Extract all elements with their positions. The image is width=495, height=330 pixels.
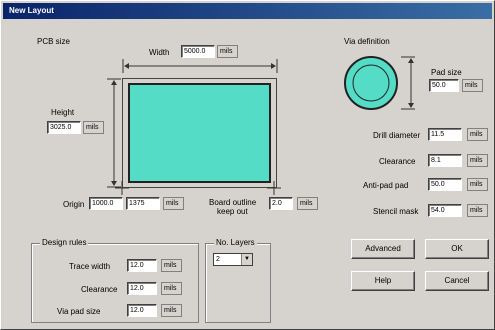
board-outline-unit[interactable]: mils xyxy=(297,197,318,210)
antipad-input[interactable]: 50.0 xyxy=(428,178,462,191)
origin-y-input[interactable]: 1375 xyxy=(126,197,160,210)
via-pad-size-unit[interactable]: mils xyxy=(161,304,182,317)
design-rules-label: Design rules xyxy=(40,238,89,247)
chevron-down-icon[interactable]: ▼ xyxy=(241,254,252,265)
board-preview xyxy=(128,83,271,183)
origin-crosshair-icon xyxy=(115,181,129,195)
width-input[interactable]: 5000.0 xyxy=(181,45,215,58)
pcb-size-label: PCB size xyxy=(37,37,70,46)
board-outline-input[interactable]: 2.0 xyxy=(269,197,293,210)
cancel-button[interactable]: Cancel xyxy=(425,271,489,291)
layers-value: 2 xyxy=(216,256,220,263)
rules-clearance-label: Clearance xyxy=(81,285,118,294)
rules-clearance-input[interactable]: 12.0 xyxy=(127,282,157,295)
window-title: New Layout xyxy=(9,6,54,15)
pad-size-input[interactable]: 50.0 xyxy=(429,79,459,92)
via-pad-preview xyxy=(344,56,415,110)
height-label: Height xyxy=(51,108,75,117)
via-clearance-unit[interactable]: mils xyxy=(467,154,488,167)
board-outline-label: Board outline xyxy=(209,198,257,207)
antipad-label: Anti-pad pad xyxy=(363,181,409,190)
height-dimension-arrow xyxy=(107,78,121,188)
height-input[interactable]: 3025.0 xyxy=(47,121,81,134)
antipad-unit[interactable]: mils xyxy=(467,178,488,191)
ok-button[interactable]: OK xyxy=(425,239,489,259)
origin-x-input[interactable]: 1000.0 xyxy=(89,197,123,210)
drill-diameter-unit[interactable]: mils xyxy=(467,128,488,141)
stencil-mask-input[interactable]: 54.0 xyxy=(428,204,462,217)
new-layout-dialog: New Layout PCB size Width 5000.0 mils He… xyxy=(0,0,495,330)
origin-unit[interactable]: mils xyxy=(163,197,184,210)
rules-clearance-unit[interactable]: mils xyxy=(161,282,182,295)
advanced-button[interactable]: Advanced xyxy=(351,239,415,259)
pad-size-unit[interactable]: mils xyxy=(462,79,483,92)
stencil-mask-label: Stencil mask xyxy=(373,207,419,216)
via-clearance-label: Clearance xyxy=(379,157,416,166)
drill-diameter-label: Drill diameter xyxy=(373,131,421,140)
trace-width-unit[interactable]: mils xyxy=(161,259,182,272)
board-outline-sublabel: keep out xyxy=(217,207,248,216)
origin-label: Origin xyxy=(63,200,85,209)
layers-select[interactable]: 2 ▼ xyxy=(213,253,253,266)
width-dimension-arrow xyxy=(122,59,278,73)
trace-width-label: Trace width xyxy=(69,262,111,271)
width-label: Width xyxy=(149,48,170,57)
pad-size-label: Pad size xyxy=(431,68,462,77)
help-button[interactable]: Help xyxy=(351,271,415,291)
drill-diameter-input[interactable]: 11.5 xyxy=(428,128,462,141)
via-pad-size-label: Via pad size xyxy=(57,307,101,316)
width-unit[interactable]: mils xyxy=(217,45,238,58)
height-unit[interactable]: mils xyxy=(83,121,104,134)
layers-label: No. Layers xyxy=(214,238,257,247)
stencil-mask-unit[interactable]: mils xyxy=(467,204,488,217)
via-clearance-input[interactable]: 8.1 xyxy=(428,154,462,167)
trace-width-input[interactable]: 12.0 xyxy=(127,259,157,272)
via-definition-label: Via definition xyxy=(344,37,390,46)
title-bar: New Layout xyxy=(3,3,492,19)
via-pad-size-input[interactable]: 12.0 xyxy=(127,304,157,317)
corner-crosshair-icon xyxy=(267,181,281,195)
